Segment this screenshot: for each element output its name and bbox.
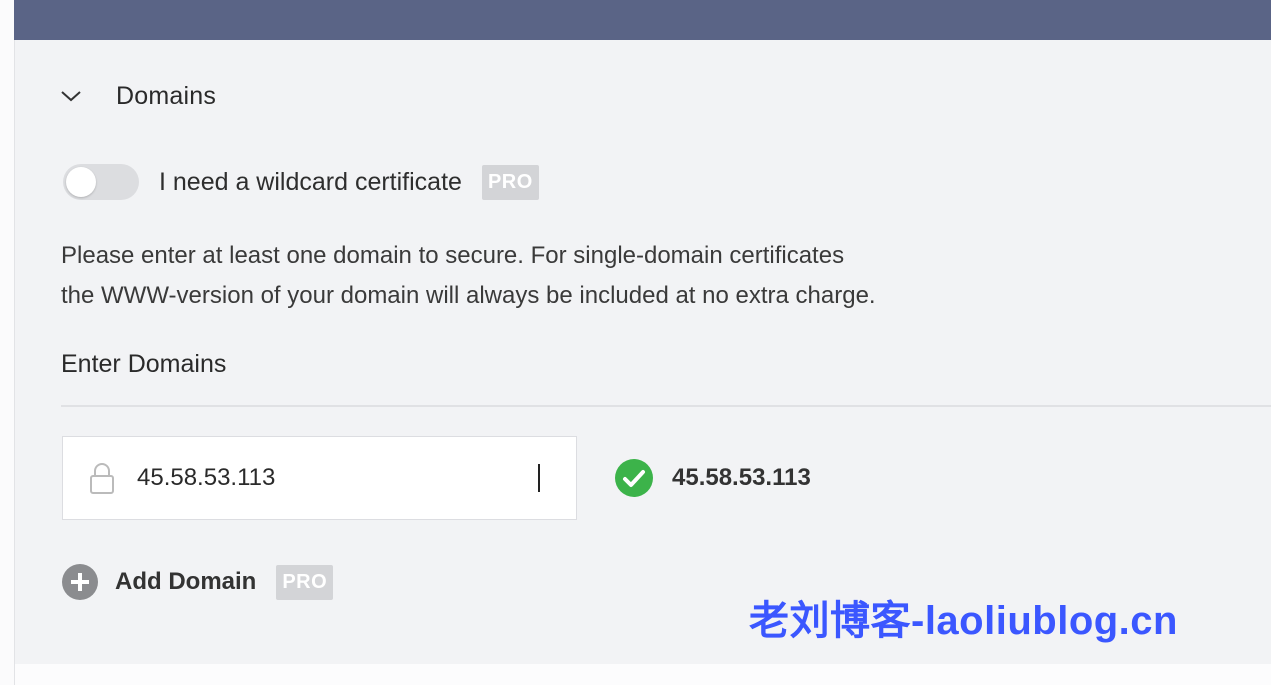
section-title: Domains (116, 81, 217, 110)
wildcard-label: I need a wildcard certificate (159, 167, 462, 196)
help-text-line: Please enter at least one domain to secu… (61, 242, 845, 269)
chevron-down-icon[interactable] (60, 85, 82, 107)
domains-section-header[interactable]: Domains (60, 78, 216, 114)
add-domain-row[interactable]: Add Domain PRO (61, 562, 334, 602)
header-bar (14, 0, 1271, 40)
check-circle-icon (614, 458, 654, 498)
add-domain-button[interactable]: Add Domain (115, 568, 256, 596)
watermark: 老刘博客-laoliublog.cn (749, 599, 1178, 643)
domain-input[interactable]: 45.58.53.113 (137, 464, 537, 492)
text-cursor (538, 464, 540, 492)
pro-badge: PRO (276, 564, 334, 600)
verified-domain-text: 45.58.53.113 (672, 464, 811, 491)
panel-bottom (15, 664, 1271, 685)
divider (61, 405, 1271, 407)
help-text-line: the WWW-version of your domain will alwa… (61, 282, 876, 309)
plus-circle-icon[interactable] (61, 563, 99, 601)
verified-domain: 45.58.53.113 (614, 458, 811, 498)
toggle-knob (66, 167, 96, 197)
wildcard-row: I need a wildcard certificate PRO (63, 160, 539, 204)
lock-icon (87, 461, 117, 495)
wildcard-toggle[interactable] (63, 164, 139, 200)
help-text: Please enter at least one domain to secu… (61, 236, 1021, 316)
domain-input-box[interactable]: 45.58.53.113 (62, 436, 577, 520)
pro-badge: PRO (481, 164, 539, 200)
enter-domains-label: Enter Domains (61, 350, 227, 378)
left-rail (0, 0, 15, 685)
